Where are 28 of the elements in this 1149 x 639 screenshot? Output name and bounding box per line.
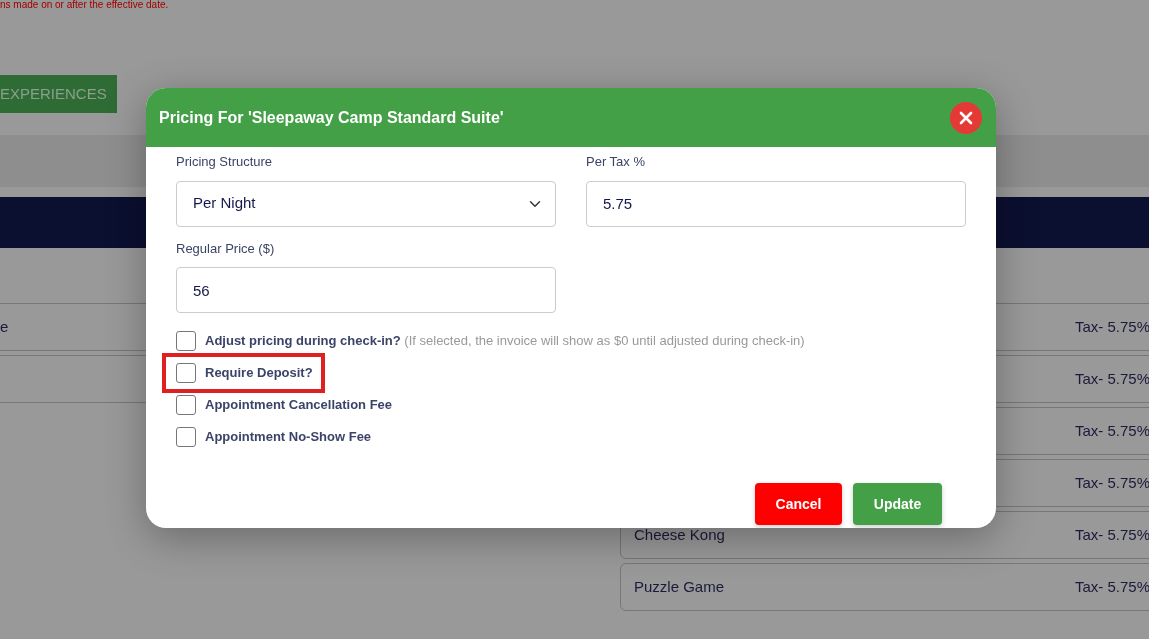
checkbox-label: Appointment No-Show Fee: [205, 428, 372, 447]
checkbox-label: Appointment Cancellation Fee: [205, 396, 393, 415]
dialog-title: Pricing For 'Sleepaway Camp Standard Suite': [159, 107, 504, 128]
input-field[interactable]: 5.75: [586, 180, 966, 227]
tax-text: Tax- 5.75%: [1074, 472, 1149, 493]
notice-text: ns made on or after the effective date.: [0, 0, 170, 12]
tax-text: Tax- 5.75%: [1074, 368, 1149, 389]
item-name: Puzzle Game: [634, 576, 725, 597]
field-label: Pricing Structure: [176, 153, 274, 171]
input-field[interactable]: 56: [176, 267, 556, 313]
field-label: Per Tax %: [586, 153, 646, 171]
pricing-select[interactable]: Per Night: [176, 180, 556, 227]
tax-text: Tax- 5.75%: [1074, 576, 1149, 597]
checkbox-label: Require Deposit?: [205, 364, 313, 383]
checkbox[interactable]: [176, 395, 196, 415]
checkbox[interactable]: [176, 427, 196, 447]
tax-text: Tax- 5.75%: [1074, 420, 1149, 441]
checkbox[interactable]: [176, 331, 196, 351]
checkbox[interactable]: [176, 363, 196, 383]
tax-text: Tax- 5.75%: [1074, 524, 1149, 545]
field-label: Regular Price ($): [176, 239, 276, 258]
item-name: e: [0, 316, 9, 337]
close-button[interactable]: [950, 101, 982, 134]
tax-text: Tax- 5.75%: [1074, 316, 1149, 337]
close-icon: [959, 110, 973, 125]
checkbox-label: Adjust pricing during check-in? (If selected, the invoice will show as $0 until adjusted during check-in): [205, 332, 805, 351]
cancel-button[interactable]: Cancel: [755, 483, 842, 525]
item-name: Cheese Kong: [634, 524, 725, 545]
